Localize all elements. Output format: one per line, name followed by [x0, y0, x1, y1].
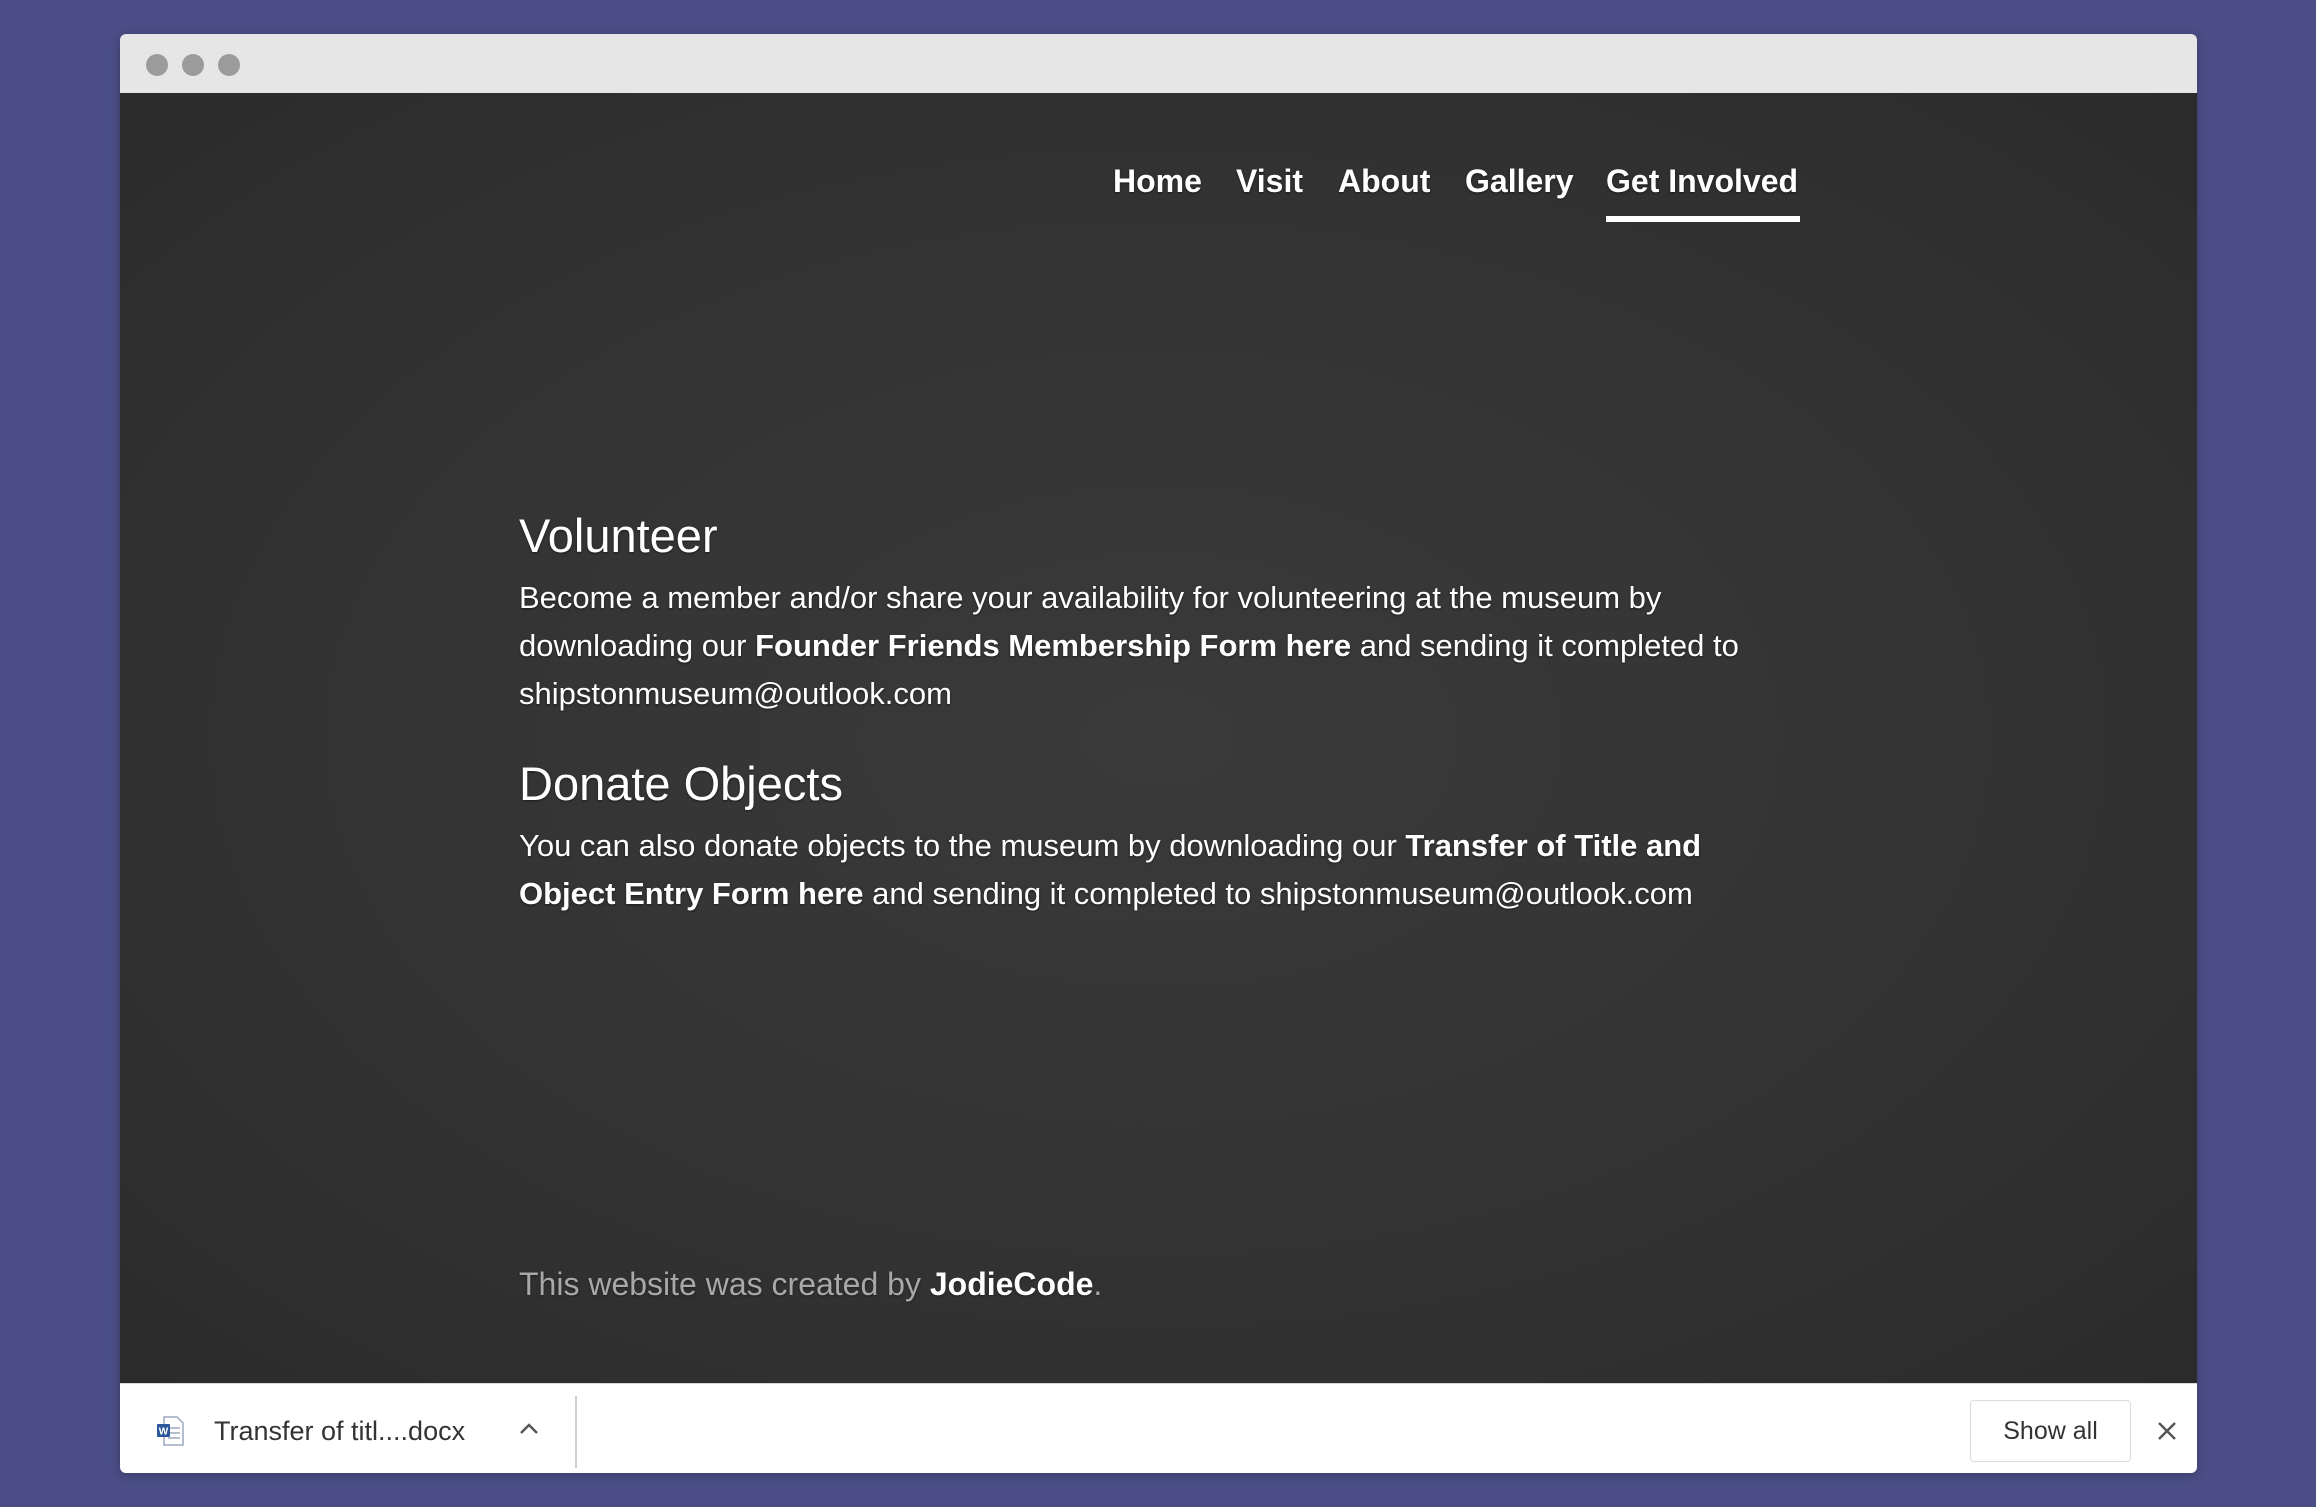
browser-window: Home Visit About Gallery Get Involved Vo…	[120, 34, 2197, 1473]
footer: This website was created by JodieCode.	[519, 1266, 1102, 1303]
download-bar: W Transfer of titl....docx Show all	[120, 1383, 2197, 1473]
download-file-name[interactable]: Transfer of titl....docx	[214, 1416, 465, 1447]
nav-about[interactable]: About	[1338, 163, 1430, 200]
jodiecode-link[interactable]: JodieCode	[930, 1266, 1094, 1302]
page-content: Home Visit About Gallery Get Involved Vo…	[120, 93, 2197, 1383]
nav-get-involved[interactable]: Get Involved	[1606, 163, 1798, 200]
show-all-button[interactable]: Show all	[1970, 1400, 2131, 1462]
close-icon[interactable]	[2156, 1420, 2178, 1442]
nav-gallery[interactable]: Gallery	[1465, 163, 1574, 200]
chevron-up-icon[interactable]	[518, 1420, 540, 1436]
footer-suffix: .	[1093, 1266, 1103, 1302]
donate-text-after: and sending it completed to shipstonmuse…	[863, 876, 1693, 911]
maximize-window-button[interactable]	[218, 54, 240, 76]
download-divider	[575, 1396, 577, 1468]
minimize-window-button[interactable]	[182, 54, 204, 76]
nav-visit[interactable]: Visit	[1236, 163, 1303, 200]
title-bar	[120, 34, 2197, 93]
volunteer-heading: Volunteer	[519, 509, 718, 562]
nav-home[interactable]: Home	[1113, 163, 1202, 200]
word-document-icon: W	[157, 1416, 184, 1446]
close-window-button[interactable]	[146, 54, 168, 76]
donate-heading: Donate Objects	[519, 757, 843, 810]
membership-form-link[interactable]: Founder Friends Membership Form here	[755, 628, 1351, 663]
volunteer-text: Become a member and/or share your availa…	[519, 574, 1789, 718]
svg-text:W: W	[159, 1427, 169, 1438]
active-nav-indicator	[1606, 216, 1800, 222]
donate-text-before: You can also donate objects to the museu…	[519, 828, 1406, 863]
donate-text: You can also donate objects to the museu…	[519, 822, 1789, 918]
footer-text: This website was created by	[519, 1266, 930, 1302]
